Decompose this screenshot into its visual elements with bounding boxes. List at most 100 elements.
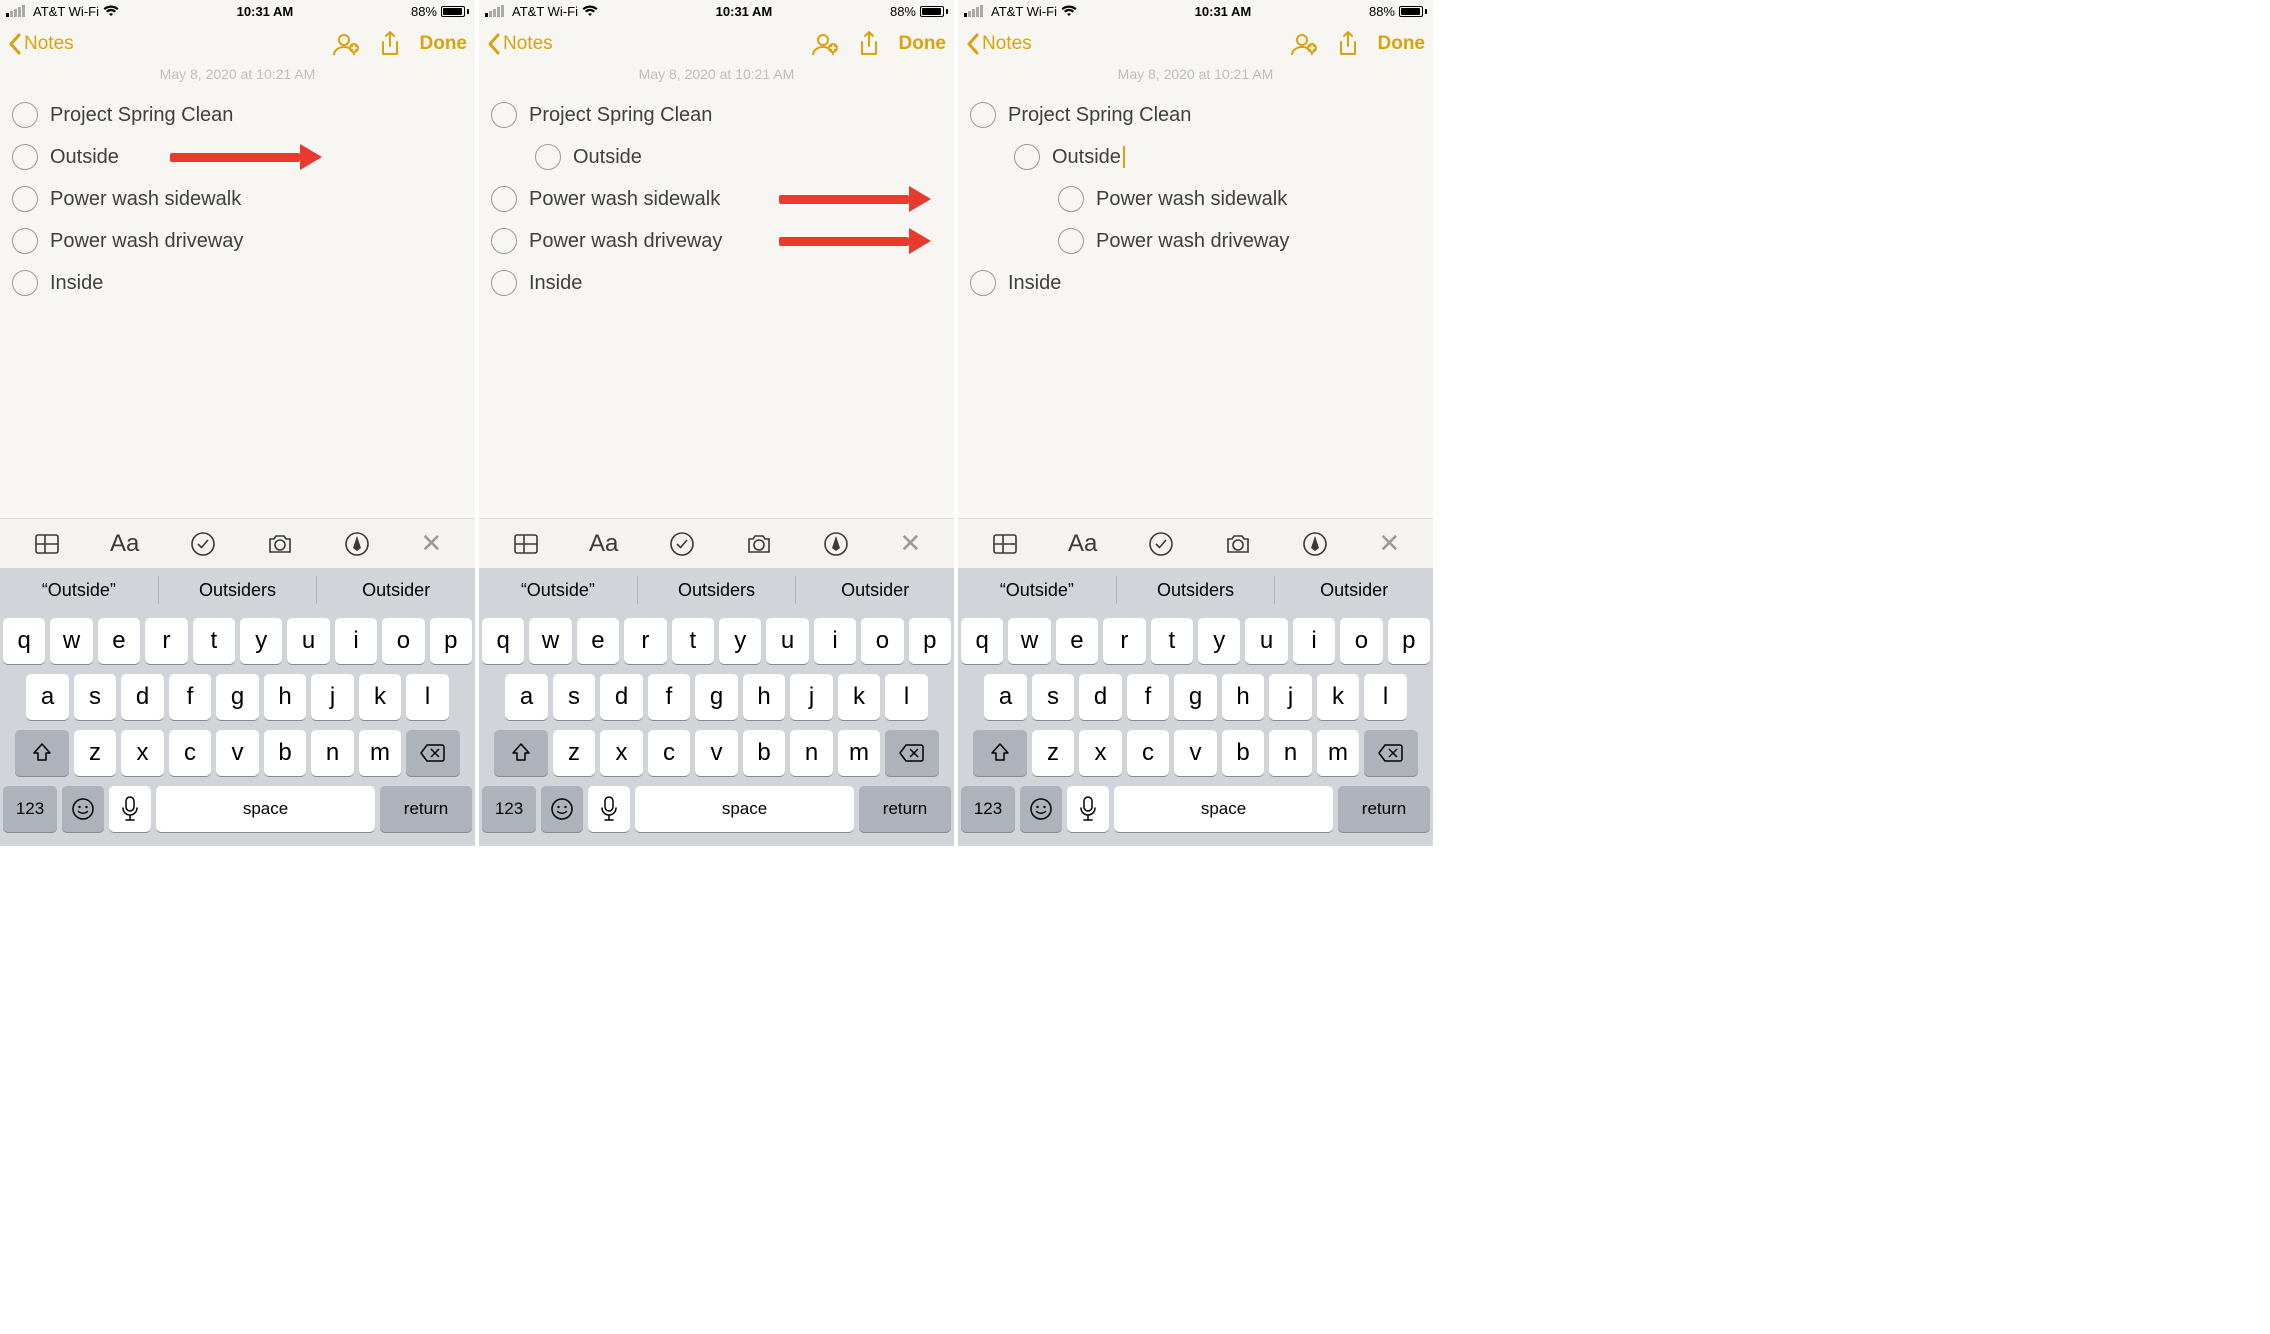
checkbox-icon[interactable] bbox=[12, 228, 38, 254]
checkbox-icon[interactable] bbox=[491, 102, 517, 128]
shift-key[interactable] bbox=[15, 730, 69, 776]
key-w[interactable]: w bbox=[1008, 618, 1050, 664]
checkbox-icon[interactable] bbox=[491, 186, 517, 212]
share-icon[interactable] bbox=[378, 30, 402, 58]
key-t[interactable]: t bbox=[1151, 618, 1193, 664]
key-l[interactable]: l bbox=[885, 674, 928, 720]
key-s[interactable]: s bbox=[1032, 674, 1075, 720]
key-s[interactable]: s bbox=[553, 674, 596, 720]
key-z[interactable]: z bbox=[74, 730, 117, 776]
suggestion[interactable]: “Outside” bbox=[958, 576, 1117, 604]
checkbox-icon[interactable] bbox=[1058, 228, 1084, 254]
space-key[interactable]: space bbox=[156, 786, 375, 832]
key-v[interactable]: v bbox=[1174, 730, 1217, 776]
return-key[interactable]: return bbox=[1338, 786, 1430, 832]
checklist-icon[interactable] bbox=[1147, 530, 1175, 558]
text-format-icon[interactable]: Aa bbox=[1068, 530, 1097, 558]
key-x[interactable]: x bbox=[1079, 730, 1122, 776]
key-b[interactable]: b bbox=[743, 730, 786, 776]
checklist-item[interactable]: Inside bbox=[12, 262, 463, 304]
suggestion[interactable]: “Outside” bbox=[0, 576, 159, 604]
key-h[interactable]: h bbox=[743, 674, 786, 720]
key-f[interactable]: f bbox=[1127, 674, 1170, 720]
key-n[interactable]: n bbox=[311, 730, 354, 776]
text-format-icon[interactable]: Aa bbox=[110, 530, 139, 558]
emoji-key[interactable] bbox=[62, 786, 104, 832]
camera-icon[interactable] bbox=[745, 530, 773, 558]
space-key[interactable]: space bbox=[635, 786, 854, 832]
checklist-item[interactable]: Outside bbox=[491, 136, 942, 178]
key-n[interactable]: n bbox=[1269, 730, 1312, 776]
key-k[interactable]: k bbox=[838, 674, 881, 720]
share-icon[interactable] bbox=[857, 30, 881, 58]
checklist-item[interactable]: Project Spring Clean bbox=[12, 94, 463, 136]
collaborate-icon[interactable] bbox=[330, 31, 360, 57]
return-key[interactable]: return bbox=[380, 786, 472, 832]
key-o[interactable]: o bbox=[861, 618, 903, 664]
checkbox-icon[interactable] bbox=[1058, 186, 1084, 212]
key-j[interactable]: j bbox=[311, 674, 354, 720]
checkbox-icon[interactable] bbox=[491, 228, 517, 254]
checkbox-icon[interactable] bbox=[12, 102, 38, 128]
table-icon[interactable] bbox=[512, 530, 540, 558]
key-x[interactable]: x bbox=[600, 730, 643, 776]
close-icon[interactable]: ✕ bbox=[899, 528, 921, 559]
key-h[interactable]: h bbox=[264, 674, 307, 720]
note-body[interactable]: Project Spring CleanOutsidePower wash si… bbox=[958, 66, 1433, 518]
suggestion[interactable]: Outsider bbox=[1275, 576, 1433, 604]
key-d[interactable]: d bbox=[1079, 674, 1122, 720]
key-e[interactable]: e bbox=[577, 618, 619, 664]
key-i[interactable]: i bbox=[814, 618, 856, 664]
back-button[interactable]: Notes bbox=[966, 33, 1032, 55]
key-v[interactable]: v bbox=[216, 730, 259, 776]
key-m[interactable]: m bbox=[359, 730, 402, 776]
checklist-item[interactable]: Power wash sidewalk bbox=[970, 178, 1421, 220]
key-u[interactable]: u bbox=[1245, 618, 1287, 664]
key-x[interactable]: x bbox=[121, 730, 164, 776]
checkbox-icon[interactable] bbox=[12, 144, 38, 170]
done-button[interactable]: Done bbox=[420, 33, 468, 55]
delete-key[interactable] bbox=[406, 730, 460, 776]
table-icon[interactable] bbox=[33, 530, 61, 558]
share-icon[interactable] bbox=[1336, 30, 1360, 58]
key-s[interactable]: s bbox=[74, 674, 117, 720]
collaborate-icon[interactable] bbox=[1288, 31, 1318, 57]
key-q[interactable]: q bbox=[961, 618, 1003, 664]
checklist-item[interactable]: Project Spring Clean bbox=[491, 94, 942, 136]
back-button[interactable]: Notes bbox=[487, 33, 553, 55]
key-r[interactable]: r bbox=[1103, 618, 1145, 664]
return-key[interactable]: return bbox=[859, 786, 951, 832]
table-icon[interactable] bbox=[991, 530, 1019, 558]
checklist-item[interactable]: Inside bbox=[970, 262, 1421, 304]
back-button[interactable]: Notes bbox=[8, 33, 74, 55]
key-u[interactable]: u bbox=[287, 618, 329, 664]
key-p[interactable]: p bbox=[430, 618, 472, 664]
key-k[interactable]: k bbox=[1317, 674, 1360, 720]
space-key[interactable]: space bbox=[1114, 786, 1333, 832]
key-r[interactable]: r bbox=[624, 618, 666, 664]
markup-icon[interactable] bbox=[822, 530, 850, 558]
key-g[interactable]: g bbox=[1174, 674, 1217, 720]
shift-key[interactable] bbox=[494, 730, 548, 776]
key-w[interactable]: w bbox=[50, 618, 92, 664]
key-b[interactable]: b bbox=[1222, 730, 1265, 776]
note-body[interactable]: Project Spring CleanOutsidePower wash si… bbox=[479, 66, 954, 518]
checkbox-icon[interactable] bbox=[970, 102, 996, 128]
key-j[interactable]: j bbox=[1269, 674, 1312, 720]
mic-key[interactable] bbox=[1067, 786, 1109, 832]
checkbox-icon[interactable] bbox=[12, 270, 38, 296]
key-k[interactable]: k bbox=[359, 674, 402, 720]
suggestion[interactable]: Outsiders bbox=[638, 576, 797, 604]
key-n[interactable]: n bbox=[790, 730, 833, 776]
key-z[interactable]: z bbox=[1032, 730, 1075, 776]
note-body[interactable]: Project Spring CleanOutsidePower wash si… bbox=[0, 66, 475, 518]
checklist-item[interactable]: Power wash driveway bbox=[970, 220, 1421, 262]
key-m[interactable]: m bbox=[1317, 730, 1360, 776]
numeric-key[interactable]: 123 bbox=[961, 786, 1015, 832]
markup-icon[interactable] bbox=[1301, 530, 1329, 558]
camera-icon[interactable] bbox=[266, 530, 294, 558]
key-q[interactable]: q bbox=[482, 618, 524, 664]
key-i[interactable]: i bbox=[335, 618, 377, 664]
key-c[interactable]: c bbox=[648, 730, 691, 776]
suggestion[interactable]: “Outside” bbox=[479, 576, 638, 604]
